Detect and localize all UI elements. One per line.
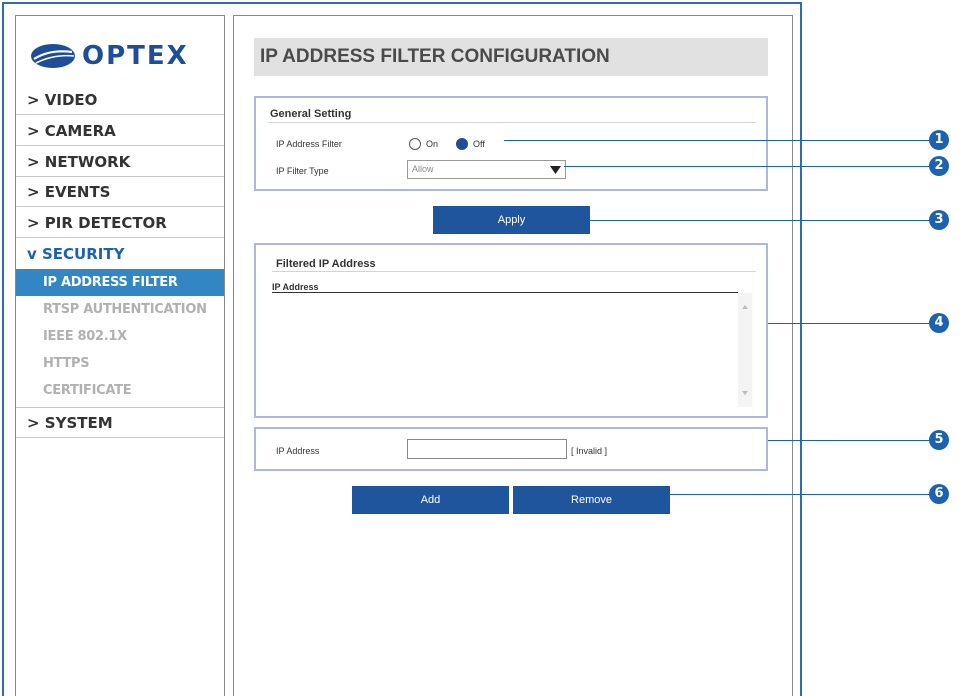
nav-camera[interactable]: > CAMERA — [16, 116, 224, 146]
nav-network[interactable]: > NETWORK — [16, 147, 224, 177]
section-divider — [268, 122, 756, 123]
nav-system[interactable]: > SYSTEM — [16, 408, 224, 438]
add-ip-label: IP Address — [276, 446, 320, 456]
callout-1: 1 — [929, 130, 949, 150]
add-ip-panel: IP Address [ Invalid ] — [254, 427, 768, 471]
ip-address-list[interactable] — [272, 293, 738, 407]
callout-4: 4 — [929, 313, 949, 333]
ip-filter-type-value: Allow — [412, 164, 434, 174]
radio-off[interactable] — [456, 138, 468, 150]
callout-line-4 — [768, 323, 929, 324]
general-setting-title: General Setting — [270, 108, 352, 120]
add-button[interactable]: Add — [352, 486, 509, 514]
callout-5: 5 — [929, 430, 949, 450]
callout-6: 6 — [929, 484, 949, 504]
sub-rtsp-authentication[interactable]: RTSP AUTHENTICATION — [16, 296, 224, 323]
brand-name: OPTEX — [82, 41, 189, 71]
sub-https[interactable]: HTTPS — [16, 350, 224, 377]
nav-events[interactable]: > EVENTS — [16, 177, 224, 207]
nav-pir-detector[interactable]: > PIR DETECTOR — [16, 208, 224, 238]
callout-line-1 — [504, 140, 929, 141]
scroll-up-icon[interactable] — [742, 305, 748, 309]
filtered-ip-title: Filtered IP Address — [276, 258, 376, 270]
section-divider — [272, 271, 756, 272]
main-content: IP ADDRESS FILTER CONFIGURATION General … — [233, 15, 793, 696]
callout-line-6 — [669, 494, 929, 495]
callout-line-5 — [768, 440, 929, 441]
list-scrollbar[interactable] — [738, 293, 752, 407]
scroll-down-icon[interactable] — [742, 391, 748, 395]
sub-certificate[interactable]: CERTIFICATE — [16, 377, 224, 404]
sidebar: OPTEX > VIDEO > CAMERA > NETWORK > EVENT… — [15, 15, 225, 696]
title-bar: IP ADDRESS FILTER CONFIGURATION — [254, 38, 768, 76]
ip-address-filter-label: IP Address Filter — [276, 139, 342, 149]
nav-security[interactable]: v SECURITY — [16, 239, 224, 269]
callout-3: 3 — [929, 210, 949, 230]
nav-video[interactable]: > VIDEO — [16, 85, 224, 115]
optex-logo-icon — [31, 44, 75, 68]
callout-2: 2 — [929, 156, 949, 176]
apply-button[interactable]: Apply — [433, 206, 590, 234]
ip-address-input[interactable] — [407, 439, 567, 459]
filtered-ip-panel: Filtered IP Address IP Address — [254, 243, 768, 418]
radio-on[interactable] — [409, 138, 421, 150]
remove-button[interactable]: Remove — [513, 486, 670, 514]
radio-off-label: Off — [473, 139, 485, 149]
callout-line-3 — [589, 220, 929, 221]
general-setting-panel: General Setting IP Address Filter On Off… — [254, 96, 768, 191]
sub-ieee-8021x[interactable]: IEEE 802.1X — [16, 323, 224, 350]
ip-filter-type-label: IP Filter Type — [276, 166, 329, 176]
ip-address-column-header: IP Address — [272, 282, 319, 292]
ip-filter-type-select[interactable]: Allow — [407, 160, 566, 179]
callout-line-2 — [564, 166, 929, 167]
chevron-down-icon — [550, 166, 561, 174]
page-title: IP ADDRESS FILTER CONFIGURATION — [260, 46, 610, 67]
radio-on-label: On — [426, 139, 439, 149]
sub-ip-address-filter[interactable]: IP ADDRESS FILTER — [16, 269, 224, 296]
optex-logo: OPTEX — [30, 36, 189, 76]
ip-status-text: [ Invalid ] — [571, 446, 608, 456]
